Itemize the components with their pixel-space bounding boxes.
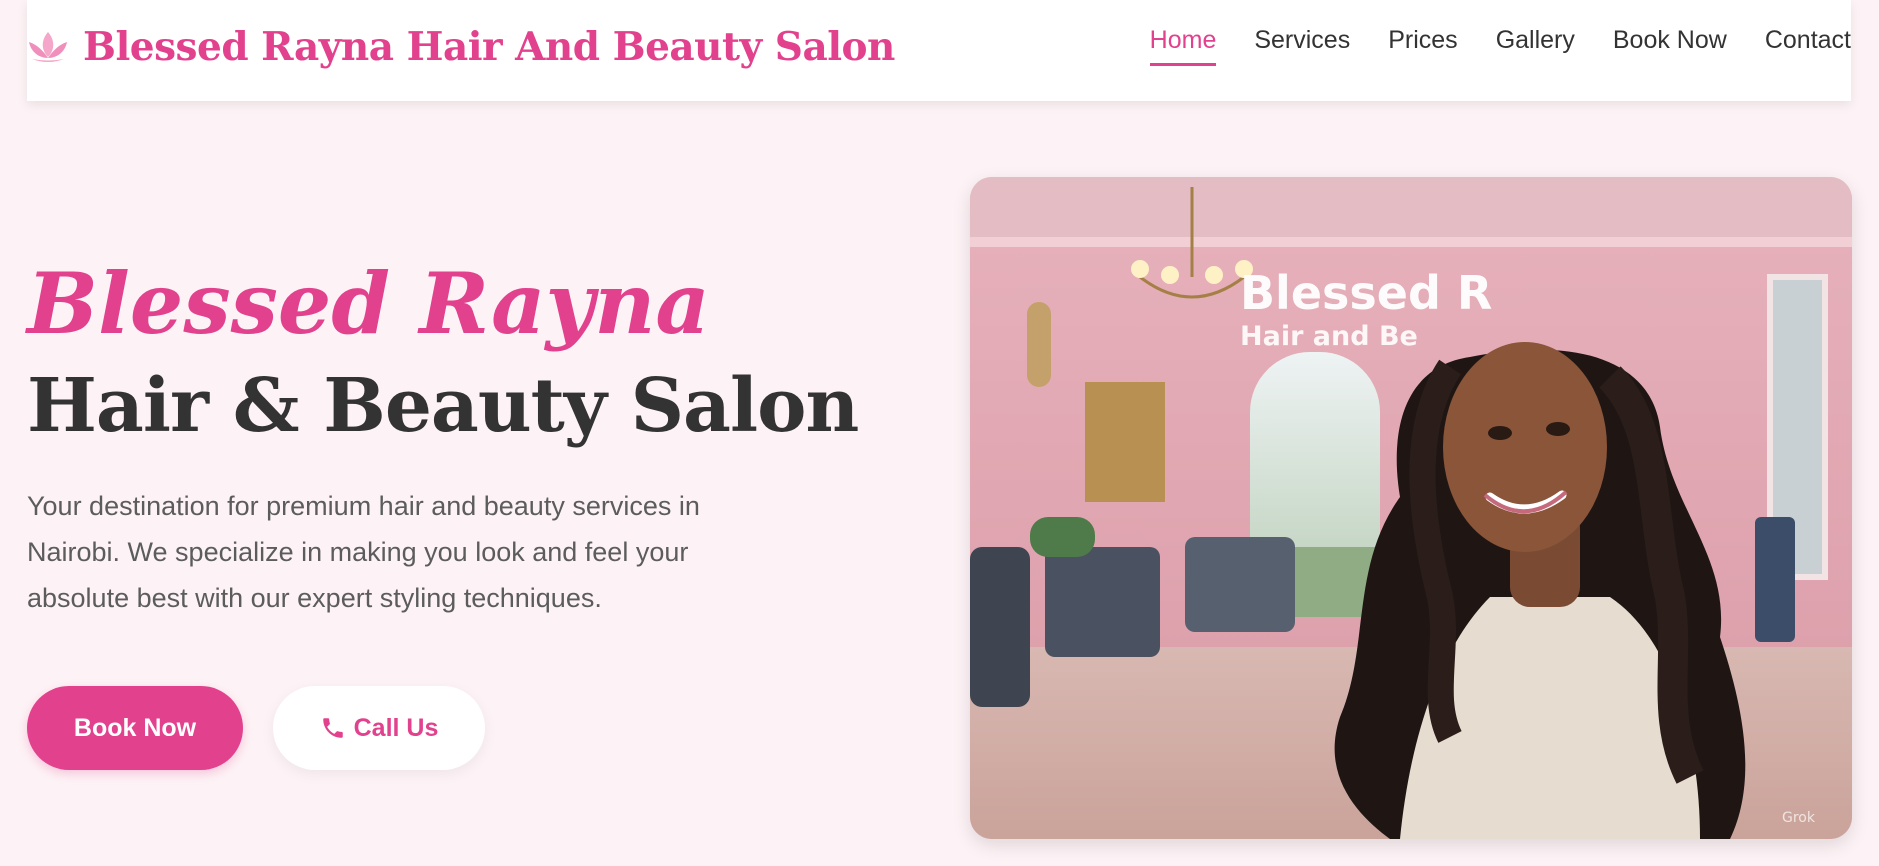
nav-book-now[interactable]: Book Now (1613, 26, 1727, 66)
nav-home[interactable]: Home (1149, 26, 1217, 66)
salon-photo: Blessed R Hair and Be Grok (970, 177, 1852, 839)
brand[interactable]: Blessed Rayna Hair And Beauty Salon (27, 24, 895, 70)
nav-contact[interactable]: Contact (1765, 26, 1851, 66)
nav-prices[interactable]: Prices (1388, 26, 1457, 66)
hero-script-title: Blessed Rayna (27, 254, 710, 353)
watermark-text: Grok (1782, 810, 1816, 826)
phone-icon (322, 718, 343, 738)
nav-services[interactable]: Services (1254, 26, 1350, 66)
brand-name: Blessed Rayna Hair And Beauty Salon (83, 24, 895, 70)
hero-actions: Book Now Call Us (27, 686, 485, 770)
hero-title: Hair & Beauty Salon (27, 363, 859, 449)
main-nav: Home Services Prices Gallery Book Now Co… (1112, 26, 1851, 66)
nav-gallery[interactable]: Gallery (1496, 26, 1575, 66)
book-now-label: Book Now (73, 713, 197, 742)
site-header: Blessed Rayna Hair And Beauty Salon Home… (27, 0, 1851, 101)
hero-image: Blessed R Hair and Be Grok (970, 177, 1852, 839)
lotus-icon (29, 32, 67, 62)
hero-description: Your destination for premium hair and be… (27, 491, 700, 614)
call-us-label: Call Us (353, 713, 439, 742)
sign-text-1: Blessed R (1240, 266, 1492, 320)
book-now-button[interactable]: Book Now (27, 686, 243, 770)
hero-text: Blessed Rayna Hair & Beauty Salon Your d… (27, 262, 887, 621)
call-us-button[interactable]: Call Us (273, 686, 485, 770)
sign-text-2: Hair and Be (1240, 321, 1418, 352)
